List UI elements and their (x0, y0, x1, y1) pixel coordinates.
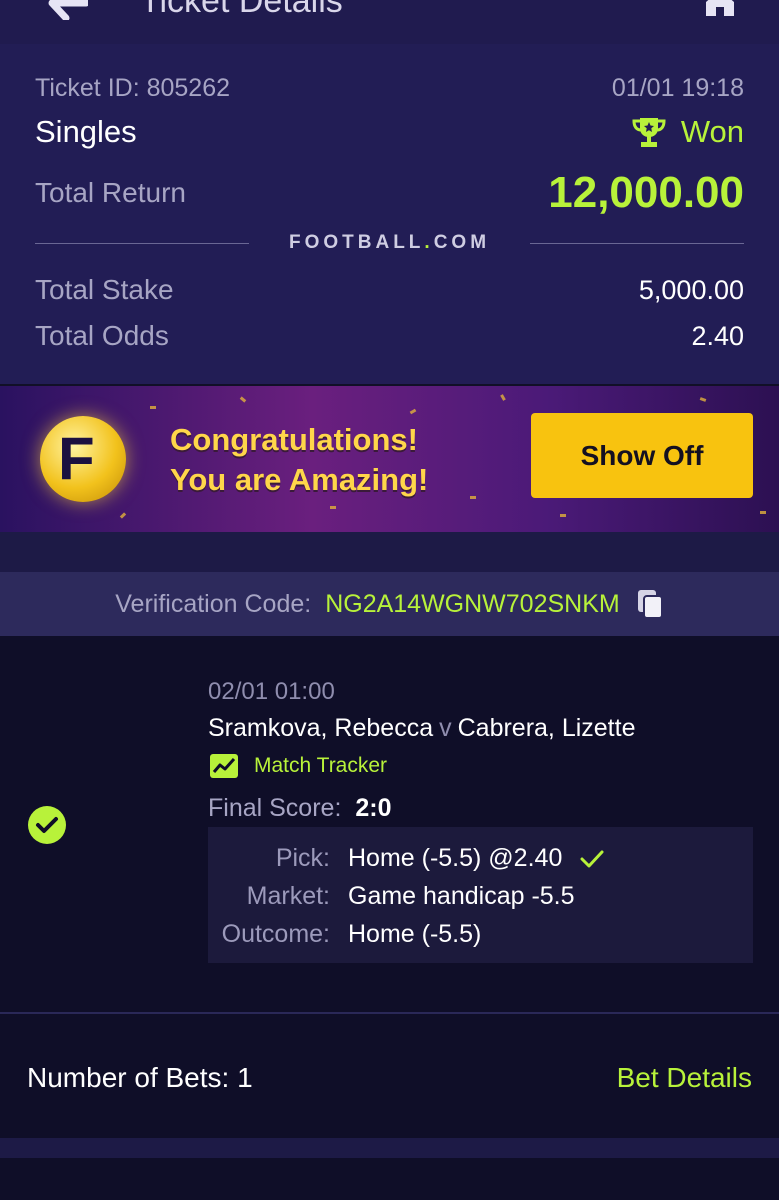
total-odds-value: 2.40 (691, 320, 744, 351)
total-return-value: 12,000.00 (548, 168, 744, 217)
verification-code: NG2A14WGNW702SNKM (325, 589, 620, 618)
ticket-type-row: Singles Won (35, 114, 744, 150)
pick-details: Pick: Home (-5.5) @2.40 Market: Game han… (208, 827, 753, 963)
section-gap-bottom (0, 1138, 779, 1158)
outcome-value: Home (-5.5) (348, 920, 482, 948)
confetti (150, 406, 156, 409)
home-team: Sramkova, Rebecca (208, 714, 434, 742)
congratulations-banner: F Congratulations! You are Amazing! Show… (0, 386, 779, 532)
check-icon (580, 850, 604, 867)
show-off-button[interactable]: Show Off (531, 413, 753, 498)
won-check-icon (28, 806, 66, 844)
status-text: Won (680, 114, 744, 149)
outcome-label: Outcome: (221, 920, 330, 948)
total-odds-label: Total Odds (35, 320, 169, 351)
brand-dot: . (424, 232, 434, 253)
bottom-area (0, 1158, 779, 1200)
total-return-row: Total Return 12,000.00 (35, 168, 744, 218)
verification-code-bar: Verification Code: NG2A14WGNW702SNKM (0, 572, 779, 636)
match-tracker-link[interactable]: Match Tracker (210, 754, 387, 778)
pick-value: Home (-5.5) @2.40 (348, 844, 604, 873)
divider-line-left (35, 242, 249, 244)
confetti (239, 396, 247, 403)
match-datetime: 02/01 01:00 (208, 678, 335, 705)
final-score: Final Score: 2:0 (208, 794, 392, 823)
confetti (119, 512, 127, 519)
confetti (409, 408, 417, 415)
market-row: Market: Game handicap -5.5 (208, 882, 575, 911)
confetti (560, 514, 566, 517)
total-stake-label: Total Stake (35, 274, 174, 305)
trophy-icon (632, 118, 666, 147)
ticket-datetime: 01/01 19:18 (611, 74, 744, 102)
confetti (330, 506, 336, 509)
final-score-value: 2:0 (355, 794, 392, 822)
confetti (500, 394, 506, 401)
market-value: Game handicap -5.5 (348, 882, 575, 910)
brand-suffix: COM (433, 232, 491, 253)
confetti (699, 397, 707, 402)
congratulations-text: Congratulations! You are Amazing! (170, 420, 428, 500)
pick-row: Pick: Home (-5.5) @2.40 (208, 844, 604, 873)
confetti (760, 511, 766, 514)
ticket-summary: Ticket ID: 805262 01/01 19:18 Singles Wo… (0, 44, 779, 384)
confetti (470, 496, 476, 499)
ticket-id: Ticket ID: 805262 (35, 74, 231, 102)
total-odds-row: Total Odds 2.40 (35, 320, 744, 352)
ticket-type: Singles (35, 114, 137, 149)
brand-name: FOOTBALL (288, 232, 425, 253)
bet-details-link[interactable]: Bet Details (617, 1062, 752, 1094)
page-title: Ticket Details (140, 0, 343, 20)
away-team: Cabrera, Lizette (457, 714, 636, 742)
match-tracker-label: Match Tracker (254, 754, 388, 777)
bets-summary: Number of Bets: 1 Bet Details (0, 1014, 779, 1138)
ticket-id-row: Ticket ID: 805262 01/01 19:18 (35, 74, 744, 103)
verification-label: Verification Code: (115, 589, 312, 618)
total-stake-value: 5,000.00 (638, 274, 744, 305)
pick-label: Pick: (275, 844, 330, 872)
pick-text: Home (-5.5) @2.40 (348, 844, 563, 872)
divider-line-right (530, 242, 745, 244)
congratulations-line-1: Congratulations! (170, 422, 418, 457)
football-logo-icon: F (40, 416, 126, 502)
top-app-bar: Ticket Details (0, 0, 779, 44)
number-of-bets: Number of Bets: 1 (27, 1062, 253, 1093)
market-label: Market: (246, 882, 330, 910)
bet-card: 02/01 01:00 Sramkova, Rebecca v Cabrera, L… (0, 636, 779, 1012)
status-badge: Won (631, 114, 744, 150)
total-stake-row: Total Stake 5,000.00 (35, 274, 744, 306)
brand-divider: FOOTBALL.COM (35, 232, 745, 254)
back-arrow-icon[interactable] (48, 0, 88, 20)
total-return-label: Total Return (35, 177, 186, 208)
copy-icon[interactable] (636, 588, 664, 620)
match-teams: Sramkova, Rebecca v Cabrera, Lizette (208, 714, 635, 743)
versus: v (439, 714, 452, 742)
outcome-row: Outcome: Home (-5.5) (208, 920, 482, 949)
brand-logo: FOOTBALL.COM (289, 232, 490, 254)
home-icon[interactable] (704, 0, 736, 16)
section-gap (0, 532, 779, 572)
chart-icon (210, 754, 238, 778)
final-score-label: Final Score: (208, 794, 342, 822)
congratulations-line-2: You are Amazing! (170, 462, 429, 497)
